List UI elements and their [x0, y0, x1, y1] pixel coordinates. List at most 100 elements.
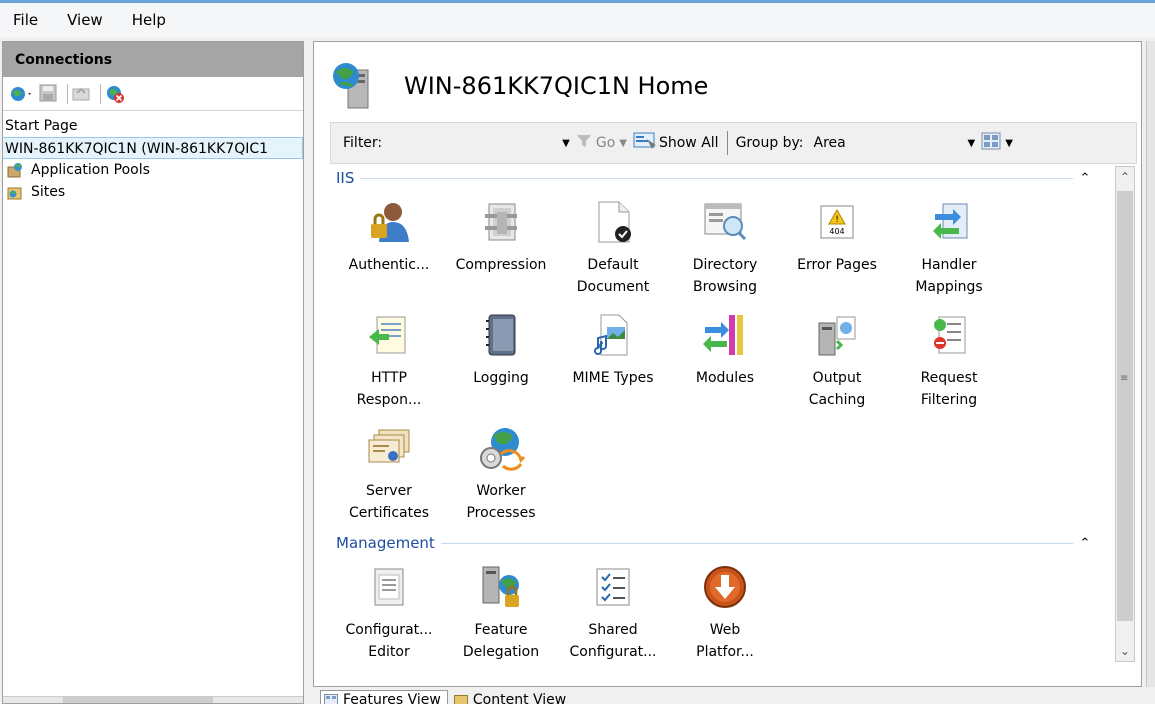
feature-mime-types[interactable]: MIME Types: [557, 303, 669, 416]
group-by-select[interactable]: Area: [814, 135, 964, 151]
features-view-icon: [324, 693, 338, 704]
feature-label: Compression: [455, 257, 547, 273]
feature-directory-browsing[interactable]: Directory Browsing: [669, 190, 781, 303]
modules-icon: [701, 311, 749, 359]
feature-delegation-icon: [477, 563, 525, 611]
feature-default-document[interactable]: Default Document: [557, 190, 669, 303]
go-funnel-icon: [576, 134, 592, 152]
show-all-button[interactable]: Show All: [659, 135, 719, 151]
connections-horizontal-scrollbar[interactable]: [3, 696, 303, 703]
compression-icon: [477, 198, 525, 246]
menu-bar: File View Help: [0, 3, 1155, 37]
scroll-up-icon[interactable]: ⌃: [1116, 167, 1134, 187]
toolbar-separator: [67, 83, 68, 104]
feature-configuration-editor[interactable]: Configurat... Editor: [333, 555, 445, 668]
filter-label: Filter:: [343, 135, 383, 151]
feature-label: Server Certificates: [348, 483, 429, 521]
feature-compression[interactable]: Compression: [445, 190, 557, 303]
http-response-icon: [365, 311, 413, 359]
feature-http-response[interactable]: HTTP Respon...: [333, 303, 445, 416]
features-vertical-scrollbar[interactable]: ⌃ ≡ ⌄: [1115, 166, 1135, 662]
mime-types-icon: [589, 311, 637, 359]
tree-sites[interactable]: Sites: [3, 181, 303, 203]
group-name: IIS: [330, 169, 361, 187]
view-mode-icon[interactable]: [981, 132, 1003, 154]
svg-text:404: 404: [829, 227, 844, 236]
up-folder-icon[interactable]: [72, 84, 92, 104]
server-certificates-icon: [365, 424, 413, 472]
connections-pane: Connections Start Page WIN-861KK7QIC1N (…: [2, 41, 304, 704]
feature-worker-processes[interactable]: Worker Processes: [445, 416, 557, 529]
filter-dropdown-icon[interactable]: ▼: [562, 138, 570, 149]
show-all-icon: [633, 131, 657, 155]
feature-logging[interactable]: Logging: [445, 303, 557, 416]
scroll-down-icon[interactable]: ⌄: [1116, 641, 1134, 661]
iis-features-grid: Authentic... Compression Default Documen…: [333, 190, 1097, 529]
view-mode-dropdown-icon[interactable]: ▼: [1005, 138, 1013, 149]
tree-label: Application Pools: [31, 162, 150, 178]
menu-help[interactable]: Help: [132, 11, 166, 29]
group-by-dropdown-icon[interactable]: ▼: [968, 138, 976, 149]
shared-configuration-icon: [589, 563, 637, 611]
feature-shared-configuration[interactable]: Shared Configurat...: [557, 555, 669, 668]
feature-label: Worker Processes: [466, 483, 536, 521]
feature-feature-delegation[interactable]: Feature Delegation: [445, 555, 557, 668]
connections-toolbar: [3, 77, 303, 111]
application-pools-icon: [7, 162, 23, 178]
tree-label: Sites: [31, 184, 66, 200]
grip-icon: ≡: [1120, 373, 1129, 384]
page-header: WIN-861KK7QIC1N Home: [330, 60, 708, 112]
go-dropdown-icon[interactable]: ▼: [619, 138, 627, 149]
feature-server-certificates[interactable]: Server Certificates: [333, 416, 445, 529]
disconnect-icon[interactable]: [105, 84, 125, 104]
directory-browsing-icon: [701, 198, 749, 246]
feature-label: Error Pages: [797, 257, 877, 273]
feature-label: MIME Types: [572, 370, 654, 386]
feature-error-pages[interactable]: ! 404 Error Pages: [781, 190, 893, 303]
menu-file[interactable]: File: [13, 11, 38, 29]
tab-content-view[interactable]: Content View: [450, 690, 573, 704]
group-header-iis[interactable]: IIS ⌃: [330, 166, 1097, 190]
save-icon[interactable]: [39, 84, 59, 104]
actions-pane-edge: [1146, 41, 1155, 687]
feature-request-filtering[interactable]: Request Filtering: [893, 303, 1005, 416]
tree-server-node[interactable]: WIN-861KK7QIC1N (WIN-861KK7QIC1: [3, 137, 303, 159]
group-divider: [360, 177, 1073, 179]
scrollbar-thumb[interactable]: [1117, 191, 1133, 621]
connections-title: Connections: [3, 42, 303, 77]
feature-handler-mappings[interactable]: Handler Mappings: [893, 190, 1005, 303]
collapse-caret-icon[interactable]: ⌃: [1073, 536, 1097, 551]
tree-application-pools[interactable]: Application Pools: [3, 159, 303, 181]
error-pages-icon: ! 404: [813, 198, 861, 246]
feature-label: Authentic...: [348, 257, 430, 273]
feature-label: Handler Mappings: [915, 257, 983, 295]
connect-globe-icon[interactable]: [9, 84, 31, 104]
logging-icon: [477, 311, 525, 359]
go-button[interactable]: Go: [596, 135, 615, 151]
tab-features-view[interactable]: Features View: [320, 690, 448, 704]
feature-output-caching[interactable]: Output Caching: [781, 303, 893, 416]
feature-label: Directory Browsing: [692, 257, 758, 295]
feature-authentication[interactable]: Authentic...: [333, 190, 445, 303]
menu-view[interactable]: View: [67, 11, 103, 29]
feature-label: Request Filtering: [920, 370, 978, 408]
features-panel: WIN-861KK7QIC1N Home Filter: ▼ Go ▼ Show…: [313, 41, 1142, 687]
filter-input[interactable]: [388, 131, 559, 155]
output-caching-icon: [813, 311, 861, 359]
collapse-caret-icon[interactable]: ⌃: [1073, 171, 1097, 186]
group-name: Management: [330, 534, 441, 552]
svg-text:!: !: [835, 215, 839, 225]
scrollbar-thumb[interactable]: [63, 697, 213, 703]
tree-start-page[interactable]: Start Page: [3, 115, 303, 137]
configuration-editor-icon: [365, 563, 413, 611]
feature-modules[interactable]: Modules: [669, 303, 781, 416]
feature-label: Default Document: [576, 257, 650, 295]
feature-label: Modules: [695, 370, 755, 386]
feature-web-platform[interactable]: Web Platfor...: [669, 555, 781, 668]
connections-tree: Start Page WIN-861KK7QIC1N (WIN-861KK7QI…: [3, 115, 303, 203]
default-document-icon: [589, 198, 637, 246]
group-header-management[interactable]: Management ⌃: [330, 531, 1097, 555]
filter-toolbar: Filter: ▼ Go ▼ Show All Group by: Area ▼…: [330, 122, 1137, 164]
feature-label: Web Platfor...: [696, 622, 754, 660]
sites-icon: [7, 184, 23, 200]
